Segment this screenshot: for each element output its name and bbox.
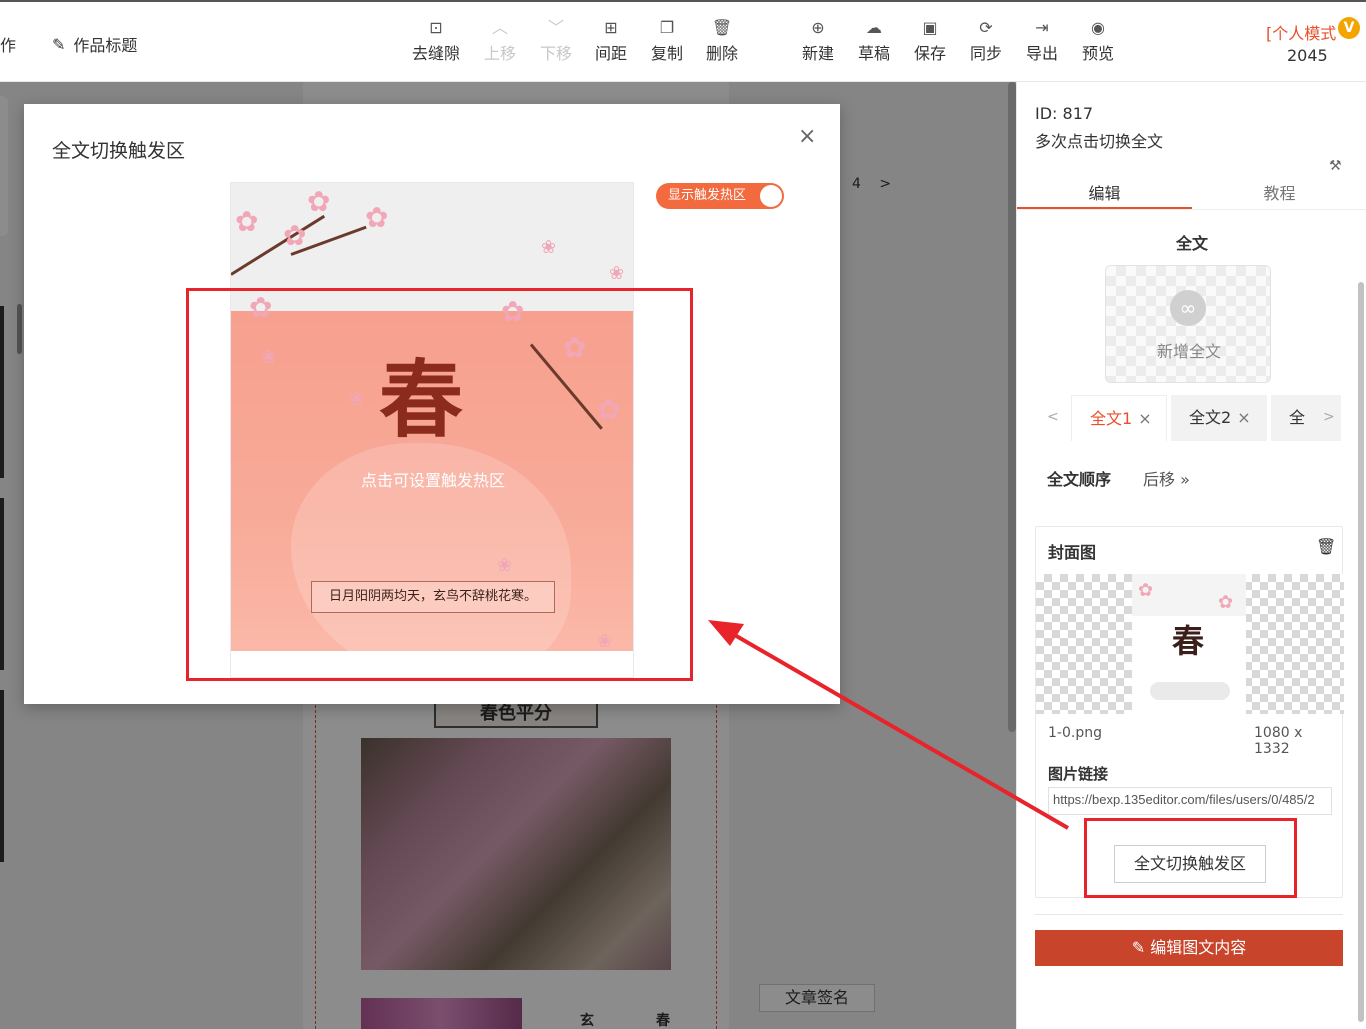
delete-button[interactable]: 🗑 删除 bbox=[696, 16, 748, 64]
blossom-icon: ✿ bbox=[1138, 580, 1154, 601]
cover-title: 封面图 bbox=[1048, 543, 1097, 562]
personal-mode-link[interactable]: [个人模式 bbox=[1266, 20, 1336, 44]
export-button[interactable]: ⇥ 导出 bbox=[1016, 16, 1068, 64]
preview-label: 预览 bbox=[1081, 44, 1114, 63]
link-icon: ∞ bbox=[1170, 290, 1206, 326]
blossom-icon: ✿ bbox=[283, 219, 307, 252]
subtab-fulltext-2[interactable]: 全文2 × bbox=[1171, 395, 1267, 441]
template-id: ID: 817 bbox=[1035, 104, 1094, 123]
edit-content-button[interactable]: ✎ 编辑图文内容 bbox=[1035, 930, 1343, 966]
active-tab-indicator bbox=[1017, 207, 1192, 209]
image-link-input[interactable]: https://bexp.135editor.com/files/users/0… bbox=[1048, 787, 1332, 815]
up-icon: ︿ bbox=[491, 18, 508, 37]
subtab-fulltext-2-label: 全文2 bbox=[1189, 408, 1232, 427]
export-icon: ⇥ bbox=[1035, 18, 1049, 37]
export-label: 导出 bbox=[1025, 44, 1058, 63]
move-back-button[interactable]: 后移 » bbox=[1143, 466, 1190, 490]
work-title-button[interactable]: ✎ 作品标题 bbox=[52, 32, 137, 56]
subtab-prev-icon[interactable]: < bbox=[1047, 409, 1059, 425]
subtab-fulltext-1-label: 全文1 bbox=[1090, 409, 1133, 428]
work-title-label: 作品标题 bbox=[73, 36, 138, 55]
spacing-button[interactable]: ⊞ 间距 bbox=[585, 16, 637, 64]
cover-thumbnail[interactable]: ✿ ✿ 春 bbox=[1036, 574, 1344, 714]
tab-tutorial[interactable]: 教程 bbox=[1192, 180, 1366, 204]
blossom-icon: ✿ bbox=[307, 185, 331, 218]
new-button[interactable]: ⊕ 新建 bbox=[792, 16, 844, 64]
copy-button[interactable]: ❐ 复制 bbox=[641, 16, 693, 64]
show-hotzone-toggle[interactable]: 显示触发热区 bbox=[656, 183, 784, 209]
cover-thumb-motto bbox=[1150, 682, 1230, 700]
cover-image: ✿ ✿ 春 bbox=[1132, 574, 1246, 714]
tab-edit[interactable]: 编辑 bbox=[1017, 180, 1192, 204]
add-fulltext-button[interactable]: ∞ 新增全文 bbox=[1105, 265, 1271, 383]
panel-divider bbox=[1035, 914, 1343, 915]
spacing-label: 间距 bbox=[594, 44, 627, 63]
remove-gap-label: 去缝隙 bbox=[411, 44, 460, 63]
new-icon: ⊕ bbox=[811, 18, 825, 37]
toggle-knob bbox=[760, 185, 782, 207]
move-down-button[interactable]: ﹀ 下移 bbox=[530, 16, 582, 64]
toggle-label: 显示触发热区 bbox=[668, 188, 747, 203]
cover-thumb-char: 春 bbox=[1172, 622, 1205, 660]
preview-icon: ◉ bbox=[1091, 18, 1105, 37]
top-toolbar: 作 ✎ 作品标题 ⊡ 去缝隙 ︿ 上移 ﹀ 下移 ⊞ 间距 ❐ 复制 🗑 删除 … bbox=[0, 0, 1366, 82]
move-up-label: 上移 bbox=[483, 44, 516, 63]
blossom-icon: ✿ bbox=[235, 205, 259, 238]
move-up-button[interactable]: ︿ 上移 bbox=[474, 16, 526, 64]
blossom-icon: ✿ bbox=[1218, 592, 1234, 613]
toolbar-left-cut-label: 作 bbox=[0, 36, 17, 55]
pencil-icon: ✎ bbox=[1131, 938, 1151, 957]
new-label: 新建 bbox=[801, 44, 834, 63]
sync-icon: ⟳ bbox=[979, 18, 993, 37]
close-icon[interactable]: × bbox=[798, 124, 816, 149]
move-down-label: 下移 bbox=[539, 44, 572, 63]
sync-button[interactable]: ⟳ 同步 bbox=[960, 16, 1012, 64]
copy-icon: ❐ bbox=[659, 18, 675, 37]
subtab-fulltext-3-label: 全 bbox=[1289, 408, 1306, 427]
cover-size: 1080 x 1332 bbox=[1254, 725, 1303, 757]
petal-icon: ❀ bbox=[541, 237, 557, 258]
annotation-box-hotzone bbox=[186, 288, 693, 681]
petal-icon: ❀ bbox=[609, 263, 625, 284]
vip-badge-icon: V bbox=[1338, 17, 1360, 39]
preview-button[interactable]: ◉ 预览 bbox=[1072, 16, 1124, 64]
template-name: 多次点击切换全文 bbox=[1035, 132, 1164, 151]
fulltext-section-title: 全文 bbox=[1175, 234, 1208, 253]
spacing-icon: ⊞ bbox=[604, 18, 618, 37]
edit-content-label: 编辑图文内容 bbox=[1150, 938, 1247, 957]
remove-gap-icon: ⊡ bbox=[429, 18, 443, 37]
save-label: 保存 bbox=[913, 44, 946, 63]
fulltext-tabs: < 全文1 × 全文2 × 全 > bbox=[1037, 395, 1357, 441]
close-icon[interactable]: × bbox=[1138, 409, 1151, 428]
subtab-fulltext-1[interactable]: 全文1 × bbox=[1071, 395, 1167, 441]
trash-icon[interactable]: 🗑 bbox=[1316, 537, 1336, 556]
save-icon: ▣ bbox=[922, 18, 938, 37]
down-icon: ﹀ bbox=[547, 18, 564, 37]
panel-tabs: 编辑 教程 bbox=[1017, 172, 1366, 210]
add-fulltext-label: 新增全文 bbox=[1156, 342, 1221, 361]
copy-label: 复制 bbox=[650, 44, 683, 63]
right-panel-scrollbar[interactable] bbox=[1358, 282, 1364, 1022]
remove-gap-button[interactable]: ⊡ 去缝隙 bbox=[410, 16, 462, 64]
sync-label: 同步 bbox=[969, 44, 1002, 63]
user-count: 2045 bbox=[1287, 46, 1328, 65]
fulltext-order-label: 全文顺序 bbox=[1047, 470, 1112, 489]
draft-icon: ☁ bbox=[866, 18, 882, 37]
save-button[interactable]: ▣ 保存 bbox=[904, 16, 956, 64]
delete-icon: 🗑 bbox=[711, 18, 733, 37]
draft-label: 草稿 bbox=[857, 44, 890, 63]
modal-title: 全文切换触发区 bbox=[52, 140, 186, 162]
image-link-label: 图片链接 bbox=[1048, 765, 1109, 783]
annotation-box-button bbox=[1084, 818, 1297, 898]
pencil-icon: ✎ bbox=[52, 34, 66, 54]
draft-button[interactable]: ☁ 草稿 bbox=[848, 16, 900, 64]
delete-label: 删除 bbox=[705, 44, 738, 63]
subtab-next-icon[interactable]: > bbox=[1323, 409, 1335, 425]
cover-filename: 1-0.png bbox=[1048, 725, 1102, 741]
blossom-icon: ✿ bbox=[365, 201, 389, 234]
close-icon[interactable]: × bbox=[1237, 408, 1250, 427]
